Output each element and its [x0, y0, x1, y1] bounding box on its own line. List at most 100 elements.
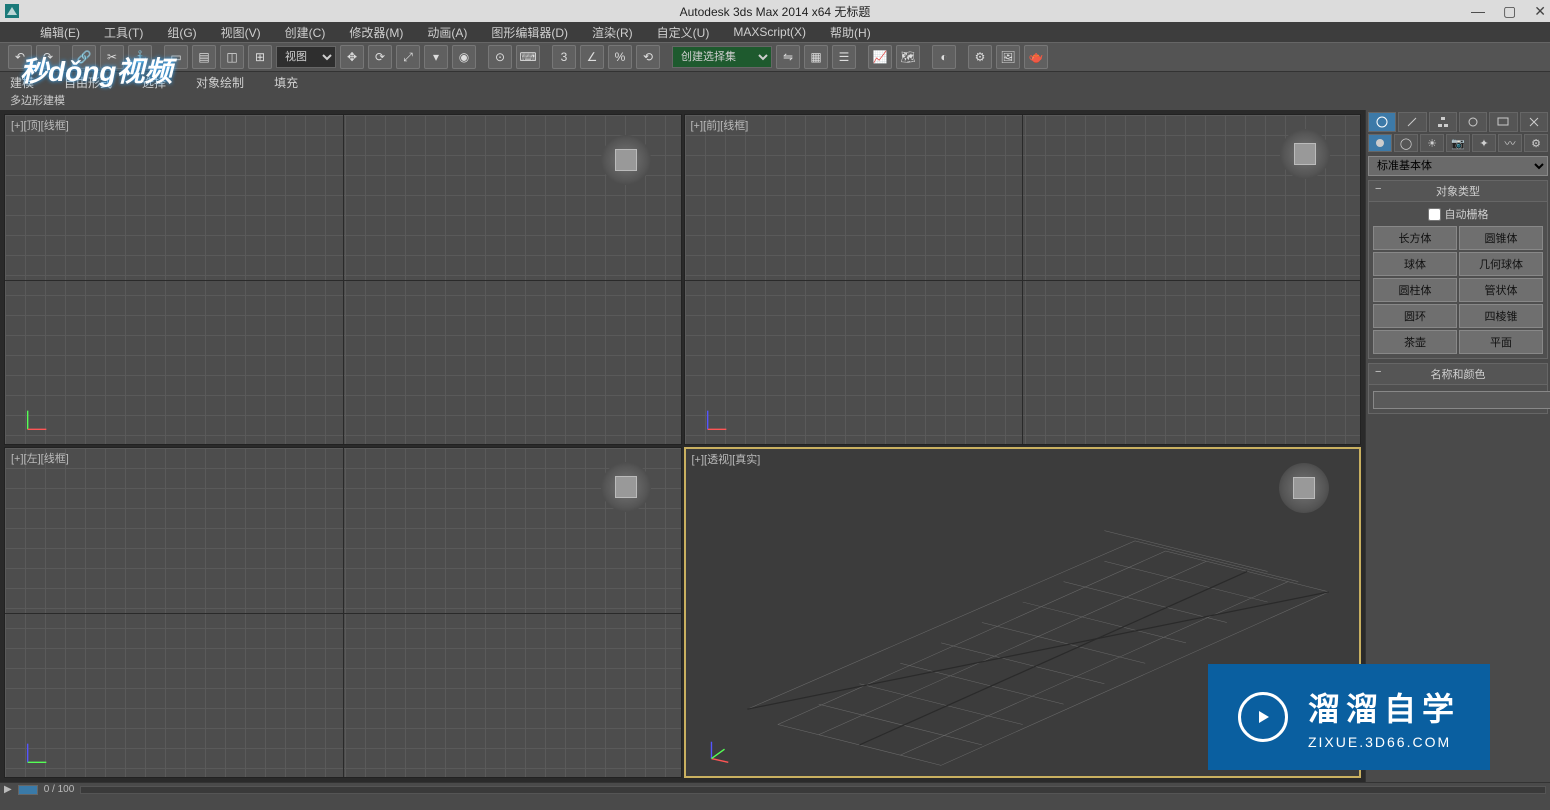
play-button[interactable]: ▶: [4, 784, 12, 795]
time-bar: ▶ 0 / 100: [0, 782, 1550, 796]
ribbon-tabs: 建模 自由形式 选择 对象绘制 填充: [0, 72, 1550, 92]
manipulate-button[interactable]: ⊙: [488, 45, 512, 69]
menu-create[interactable]: 创建(C): [285, 24, 326, 41]
menu-graph-editors[interactable]: 图形编辑器(D): [491, 24, 568, 41]
select-rotate-button[interactable]: ⟳: [368, 45, 392, 69]
menu-customize[interactable]: 自定义(U): [657, 24, 710, 41]
material-editor-button[interactable]: ◐: [932, 45, 956, 69]
lights-subtab[interactable]: ☀: [1420, 134, 1444, 152]
display-tab[interactable]: [1489, 112, 1517, 132]
motion-tab[interactable]: [1459, 112, 1487, 132]
select-name-button[interactable]: ▤: [192, 45, 216, 69]
status-bar: [0, 796, 1550, 810]
snap-toggle-button[interactable]: 3: [552, 45, 576, 69]
watermark-brand: 溜溜自学: [1308, 684, 1460, 730]
minimize-icon[interactable]: —: [1471, 3, 1485, 20]
render-frame-button[interactable]: 🖼: [996, 45, 1020, 69]
menu-group[interactable]: 组(G): [167, 24, 196, 41]
sphere-icon: [1375, 138, 1385, 148]
viewport-front[interactable]: [+][前][线框]: [684, 114, 1362, 445]
align-button[interactable]: ▦: [804, 45, 828, 69]
rollout-name-color[interactable]: −名称和颜色: [1368, 363, 1548, 385]
sphere-button[interactable]: 球体: [1373, 252, 1457, 276]
viewport-top[interactable]: [+][顶][线框]: [4, 114, 682, 445]
cone-button[interactable]: 圆锥体: [1459, 226, 1543, 250]
teapot-button[interactable]: 茶壶: [1373, 330, 1457, 354]
watermark-top: 秒dǒng视频: [20, 50, 172, 90]
use-center-button[interactable]: ◉: [452, 45, 476, 69]
watermark-url: ZIXUE.3D66.COM: [1308, 734, 1460, 750]
menu-rendering[interactable]: 渲染(R): [592, 24, 633, 41]
watermark-bottom: 溜溜自学 ZIXUE.3D66.COM: [1208, 664, 1490, 770]
viewcube-icon[interactable]: [1280, 129, 1330, 179]
menu-help[interactable]: 帮助(H): [830, 24, 871, 41]
layer-button[interactable]: ☰: [832, 45, 856, 69]
ribbon-tab-object-paint[interactable]: 对象绘制: [196, 74, 244, 91]
create-tab[interactable]: [1368, 112, 1396, 132]
ref-coord-button[interactable]: ▾: [424, 45, 448, 69]
viewport-left-label[interactable]: [+][左][线框]: [11, 450, 69, 466]
viewport-perspective-label[interactable]: [+][透视][真实]: [692, 451, 761, 467]
schematic-view-button[interactable]: 🗺: [896, 45, 920, 69]
box-button[interactable]: 长方体: [1373, 226, 1457, 250]
menu-modifiers[interactable]: 修改器(M): [349, 24, 403, 41]
hierarchy-icon: [1437, 116, 1449, 128]
close-icon[interactable]: ✕: [1534, 3, 1546, 20]
viewcube-icon[interactable]: [1279, 463, 1329, 513]
select-move-button[interactable]: ✥: [340, 45, 364, 69]
select-region-button[interactable]: ◫: [220, 45, 244, 69]
helpers-subtab[interactable]: ✦: [1472, 134, 1496, 152]
torus-button[interactable]: 圆环: [1373, 304, 1457, 328]
utilities-tab[interactable]: [1520, 112, 1548, 132]
menu-views[interactable]: 视图(V): [221, 24, 261, 41]
spinner-snap-button[interactable]: ⟲: [636, 45, 660, 69]
window-crossing-button[interactable]: ⊞: [248, 45, 272, 69]
rollout-object-type[interactable]: −对象类型: [1368, 180, 1548, 202]
percent-snap-button[interactable]: %: [608, 45, 632, 69]
object-name-input[interactable]: [1373, 391, 1550, 409]
hierarchy-tab[interactable]: [1429, 112, 1457, 132]
ribbon-section-label: 多边形建模: [10, 95, 65, 107]
cylinder-button[interactable]: 圆柱体: [1373, 278, 1457, 302]
select-scale-button[interactable]: ⤢: [396, 45, 420, 69]
selection-filter-dropdown[interactable]: 视图: [276, 46, 336, 68]
display-icon: [1497, 116, 1509, 128]
viewcube-icon[interactable]: [601, 462, 651, 512]
viewport-front-label[interactable]: [+][前][线框]: [691, 117, 749, 133]
time-slider[interactable]: [80, 786, 1546, 794]
keyboard-shortcut-button[interactable]: ⌨: [516, 45, 540, 69]
spacewarps-subtab[interactable]: 〰: [1498, 134, 1522, 152]
modify-tab[interactable]: [1398, 112, 1426, 132]
menu-tools[interactable]: 工具(T): [104, 24, 143, 41]
geometry-subtab[interactable]: [1368, 134, 1392, 152]
cameras-subtab[interactable]: 📷: [1446, 134, 1470, 152]
tube-button[interactable]: 管状体: [1459, 278, 1543, 302]
pyramid-button[interactable]: 四棱锥: [1459, 304, 1543, 328]
plane-button[interactable]: 平面: [1459, 330, 1543, 354]
render-setup-button[interactable]: ⚙: [968, 45, 992, 69]
autogrid-row: 自动栅格: [1373, 206, 1543, 222]
geosphere-button[interactable]: 几何球体: [1459, 252, 1543, 276]
autogrid-checkbox[interactable]: [1428, 208, 1441, 221]
create-icon: [1376, 116, 1388, 128]
viewcube-icon[interactable]: [601, 135, 651, 185]
viewport-left[interactable]: [+][左][线框]: [4, 447, 682, 778]
shapes-subtab[interactable]: ◯: [1394, 134, 1418, 152]
axis-gizmo-icon: [23, 739, 51, 767]
layout-button[interactable]: [18, 785, 38, 795]
menu-animation[interactable]: 动画(A): [427, 24, 467, 41]
category-dropdown[interactable]: 标准基本体: [1368, 156, 1548, 176]
utilities-icon: [1528, 116, 1540, 128]
viewport-top-label[interactable]: [+][顶][线框]: [11, 117, 69, 133]
named-selection-dropdown[interactable]: 创建选择集: [672, 46, 772, 68]
systems-subtab[interactable]: ⚙: [1524, 134, 1548, 152]
mirror-button[interactable]: ⇋: [776, 45, 800, 69]
menu-maxscript[interactable]: MAXScript(X): [733, 25, 806, 39]
ribbon-tab-populate[interactable]: 填充: [274, 74, 298, 91]
curve-editor-button[interactable]: 📈: [868, 45, 892, 69]
render-button[interactable]: 🫖: [1024, 45, 1048, 69]
menu-edit[interactable]: 编辑(E): [40, 24, 80, 41]
angle-snap-button[interactable]: ∠: [580, 45, 604, 69]
modify-icon: [1406, 116, 1418, 128]
maximize-icon[interactable]: ▢: [1503, 3, 1516, 20]
